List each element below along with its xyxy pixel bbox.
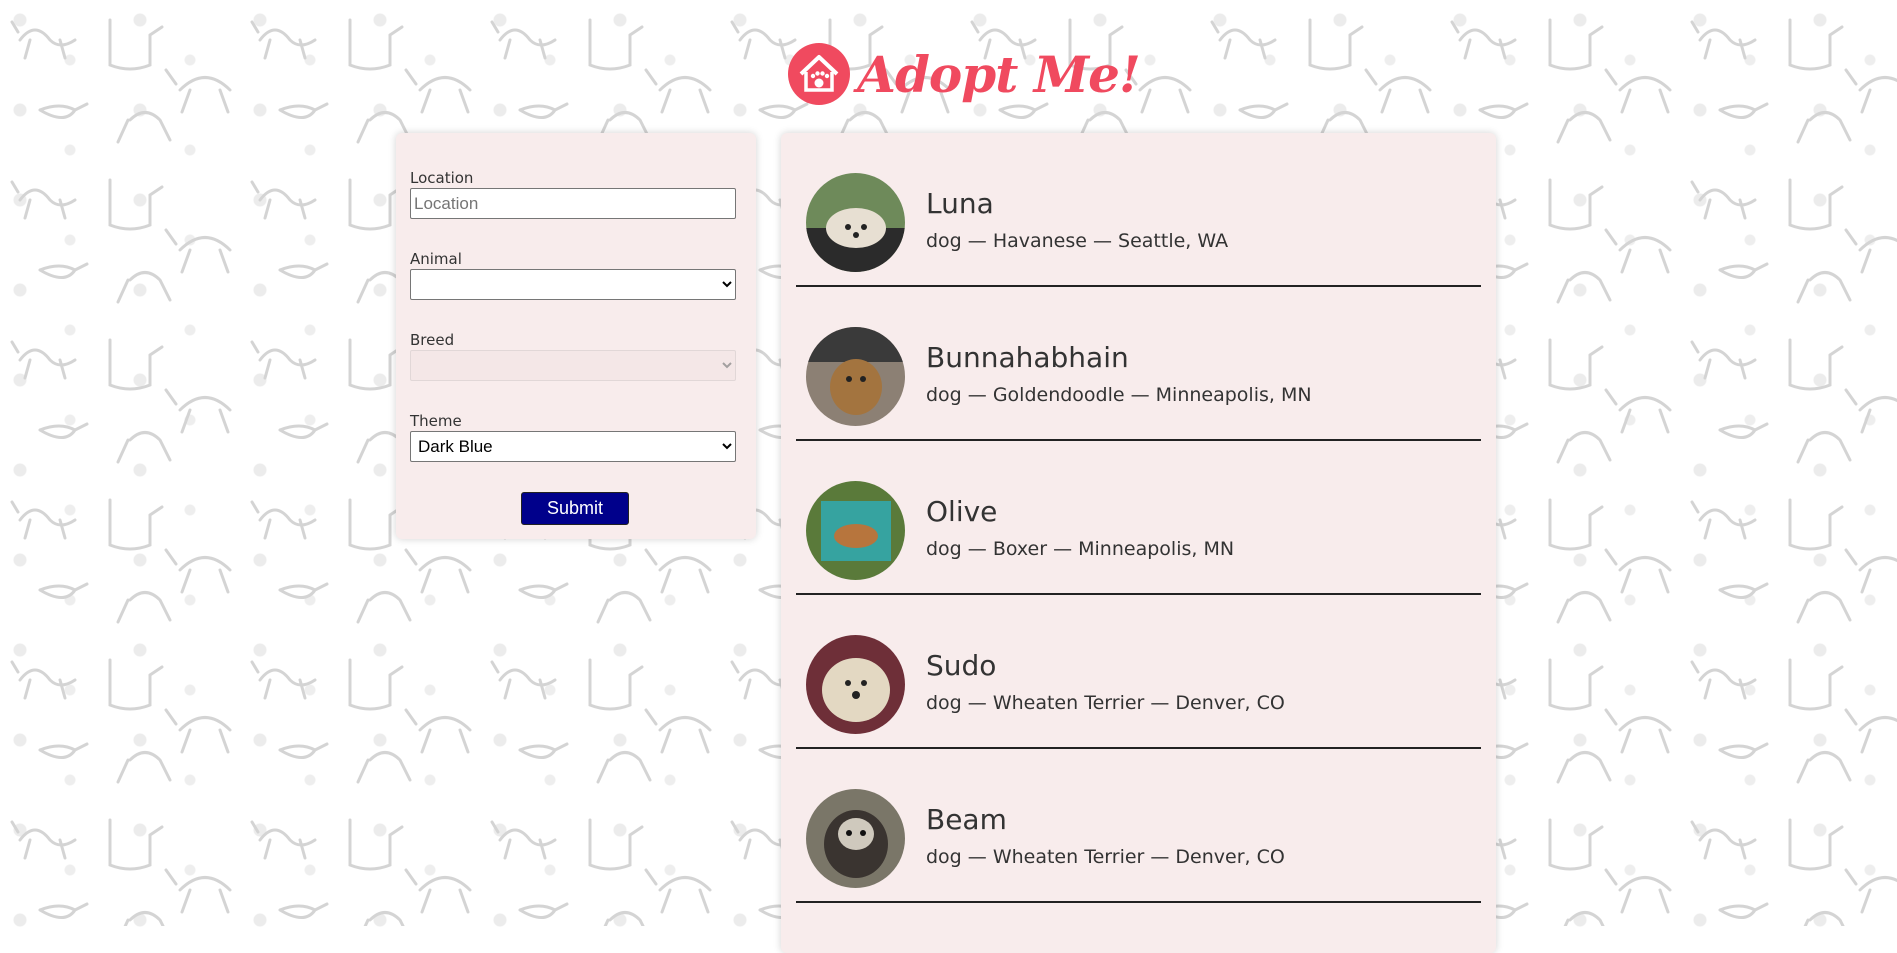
submit-button[interactable]: Submit (521, 492, 629, 525)
brand-header: Adopt Me! (0, 34, 1897, 114)
theme-select[interactable]: Dark Blue (410, 431, 736, 462)
brand-title: Adopt Me! (857, 44, 1141, 104)
pet-info: dog — Goldendoodle — Minneapolis, MN (926, 384, 1312, 406)
pet-photo (806, 481, 905, 580)
pet-photo (806, 173, 905, 272)
pet-photo (806, 635, 905, 734)
pet-name: Olive (926, 495, 998, 528)
animal-label: Animal (410, 250, 462, 268)
pet-card-beam[interactable]: Beam dog — Wheaten Terrier — Denver, CO (796, 749, 1481, 903)
house-paw-icon (788, 43, 851, 105)
pet-card-luna[interactable]: Luna dog — Havanese — Seattle, WA (796, 133, 1481, 287)
location-field: Location (410, 169, 736, 219)
location-input[interactable] (410, 188, 736, 219)
pet-info: dog — Boxer — Minneapolis, MN (926, 538, 1235, 560)
breed-label: Breed (410, 331, 455, 349)
breed-select[interactable] (410, 350, 736, 381)
results-list: Luna dog — Havanese — Seattle, WA Bunnah… (781, 133, 1496, 953)
theme-label: Theme (410, 412, 462, 430)
pet-info: dog — Havanese — Seattle, WA (926, 230, 1229, 252)
pet-name: Bunnahabhain (926, 341, 1129, 374)
pet-photo (806, 327, 905, 426)
pet-name: Luna (926, 187, 994, 220)
home-link[interactable]: Adopt Me! (787, 42, 1141, 106)
pet-name: Beam (926, 803, 1007, 836)
search-form: Location Animal Breed Theme Dark Blue Su… (396, 133, 756, 539)
pet-card-bunnahabhain[interactable]: Bunnahabhain dog — Goldendoodle — Minnea… (796, 287, 1481, 441)
pet-info: dog — Wheaten Terrier — Denver, CO (926, 692, 1285, 714)
pet-name: Sudo (926, 649, 997, 682)
animal-field: Animal (410, 250, 736, 300)
breed-field: Breed (410, 331, 736, 381)
pet-info: dog — Wheaten Terrier — Denver, CO (926, 846, 1285, 868)
theme-field: Theme Dark Blue (410, 412, 736, 462)
pet-photo (806, 789, 905, 888)
pet-card-sudo[interactable]: Sudo dog — Wheaten Terrier — Denver, CO (796, 595, 1481, 749)
animal-select[interactable] (410, 269, 736, 300)
pet-card-olive[interactable]: Olive dog — Boxer — Minneapolis, MN (796, 441, 1481, 595)
location-label: Location (410, 169, 474, 187)
